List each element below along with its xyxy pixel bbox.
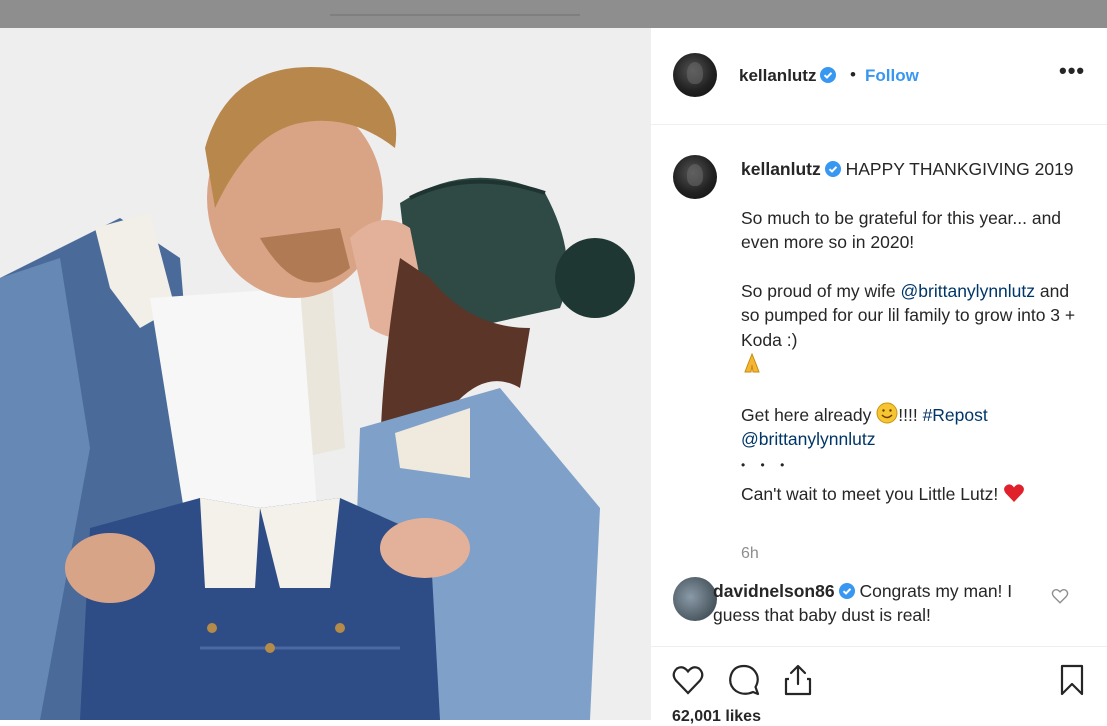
caption-para4-start: Get here already — [741, 404, 872, 425]
couple-photo-illustration — [0, 28, 650, 720]
separator-dot: • — [850, 65, 856, 84]
caption-line1: HAPPY THANKGIVING 2019 — [845, 159, 1074, 179]
hashtag-link[interactable]: #Repost — [923, 405, 988, 425]
caption-scroll-area[interactable]: kellanlutz HAPPY THANKGIVING 2019 So muc… — [651, 125, 1107, 645]
caption-dots: • • • — [741, 457, 791, 472]
caption-exclaim: !!!! — [898, 404, 918, 425]
post-time[interactable]: 6h — [741, 545, 759, 563]
red-heart-emoji-icon — [1004, 483, 1025, 502]
post-photo[interactable] — [0, 28, 650, 720]
verified-badge-icon — [820, 67, 837, 83]
caption-text: kellanlutz HAPPY THANKGIVING 2019 So muc… — [741, 157, 1081, 530]
background-page-strip — [0, 0, 1107, 28]
caption-username[interactable]: kellanlutz — [741, 159, 841, 179]
comment-text: davidnelson86 Congrats my man! I guess t… — [713, 579, 1013, 627]
comment-icon[interactable] — [727, 663, 761, 697]
share-icon[interactable] — [781, 663, 815, 697]
mention-link-2[interactable]: @brittanylynnlutz — [741, 429, 876, 449]
caption-para3-start: So proud of my wife — [741, 280, 896, 301]
follow-button[interactable]: Follow — [865, 66, 919, 86]
likes-count[interactable]: 62,001 likes — [672, 708, 761, 726]
post-panel: kellanlutz • Follow ••• kellanlutz HAPPY… — [650, 28, 1107, 720]
caption-paragraph-2: So much to be grateful for this year... … — [741, 207, 1062, 253]
commenter-avatar[interactable] — [673, 577, 717, 621]
pray-emoji-icon — [744, 352, 760, 373]
commenter-username[interactable]: davidnelson86 — [713, 581, 855, 601]
caption-avatar[interactable] — [673, 155, 717, 199]
mention-link[interactable]: @brittanylynnlutz — [901, 281, 1036, 301]
bookmark-icon[interactable] — [1055, 663, 1089, 697]
verified-badge-icon — [824, 161, 841, 177]
caption-paragraph-5: Can't wait to meet you Little Lutz! — [741, 483, 999, 504]
author-username[interactable]: kellanlutz — [739, 66, 837, 86]
author-avatar[interactable] — [673, 53, 717, 97]
heart-icon[interactable] — [671, 663, 705, 697]
verified-badge-icon — [838, 583, 855, 599]
comment-like-heart-icon[interactable] — [1051, 587, 1069, 605]
more-options-icon[interactable]: ••• — [1059, 58, 1085, 84]
smile-emoji-icon — [876, 402, 898, 423]
post-header: kellanlutz • Follow ••• — [651, 28, 1107, 125]
